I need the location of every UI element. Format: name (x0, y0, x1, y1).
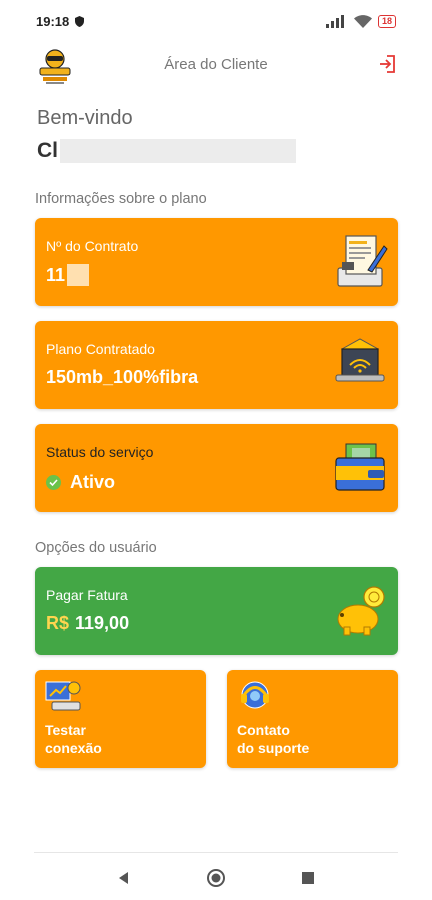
signal-icon (325, 14, 344, 28)
logout-icon[interactable] (378, 54, 398, 74)
redacted-name-block (60, 139, 296, 163)
service-status-row: Ativo (46, 472, 115, 493)
plan-section-title: Informações sobre o plano (35, 191, 207, 207)
contact-support-line2: do suporte (237, 740, 310, 756)
pay-invoice-label: Pagar Fatura (46, 587, 128, 603)
battery-indicator: 18 (377, 14, 396, 28)
client-name-row: Cl (37, 138, 296, 164)
test-connection-line2: conexão (45, 740, 102, 756)
plan-value: 150mb_100%fibra (46, 367, 199, 387)
contract-value-row: 11 (46, 264, 90, 286)
status-time: 19:18 (36, 13, 70, 29)
pay-invoice-amount-row: R$ 119,00 (46, 613, 129, 634)
wifi-icon (353, 14, 372, 28)
service-status-card[interactable]: Status do serviço Ativo (35, 424, 398, 512)
redacted-contract-block (67, 264, 90, 286)
contract-label: Nº do Contrato (46, 238, 139, 254)
contact-support-label: Contato do suporte (237, 721, 387, 757)
service-status-value: Ativo (70, 472, 115, 492)
wallet-icon (335, 443, 385, 491)
shield-icon (75, 15, 85, 27)
system-nav-bar (0, 860, 432, 896)
speed-test-icon (45, 681, 81, 711)
welcome-text: Bem-vindo (37, 107, 133, 129)
status-right: 18 (325, 14, 396, 28)
back-icon[interactable] (114, 868, 134, 888)
plan-card[interactable]: Plano Contratado 150mb_100%fibra (35, 321, 398, 409)
contact-support-line1: Contato (237, 722, 290, 738)
test-connection-button[interactable]: Testar conexão (35, 670, 206, 768)
plan-label: Plano Contratado (46, 341, 155, 357)
nav-divider (34, 852, 398, 853)
currency-symbol: R$ (46, 613, 70, 633)
user-section-title: Opções do usuário (35, 540, 157, 556)
test-connection-line1: Testar (45, 722, 86, 738)
contract-value: 11 (46, 264, 66, 285)
client-name: Cl (37, 139, 58, 162)
contract-document-icon (337, 235, 388, 287)
status-bar: 19:18 18 (0, 0, 432, 42)
app-header: Área do Cliente (0, 42, 432, 90)
home-icon[interactable] (206, 868, 226, 888)
pay-invoice-card[interactable]: Pagar Fatura R$ 119,00 (35, 567, 398, 655)
check-circle-icon (46, 475, 61, 490)
service-status-label: Status do serviço (46, 444, 154, 460)
laptop-wifi-icon (335, 338, 385, 382)
page-title: Área do Cliente (164, 56, 268, 73)
support-headset-icon (241, 681, 269, 709)
contact-support-button[interactable]: Contato do suporte (227, 670, 398, 768)
status-left: 19:18 (36, 13, 85, 29)
piggy-bank-icon (337, 586, 385, 636)
test-connection-label: Testar conexão (45, 721, 195, 757)
contract-card[interactable]: Nº do Contrato 11 (35, 218, 398, 306)
invoice-amount: 119,00 (75, 613, 130, 633)
recent-apps-icon[interactable] (298, 868, 318, 888)
